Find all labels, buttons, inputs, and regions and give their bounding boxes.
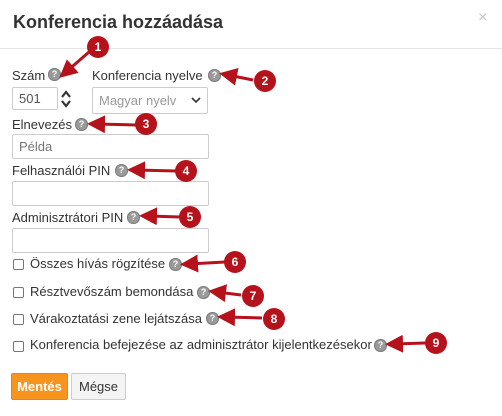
annotation-badge-4: 4 [175,160,197,182]
annotation-arrow-7 [208,284,242,303]
annotation-arrow-4 [127,161,177,180]
annotation-arrow-9 [385,334,426,353]
annotation-badge-3: 3 [135,113,157,135]
annotation-arrow-6 [180,254,226,273]
annotation-arrow-2 [219,67,254,86]
annotation-arrow-5 [139,207,181,226]
annotation-badge-1: 1 [87,36,109,58]
annotation-arrow-3 [87,115,137,134]
annotation-arrow-1 [59,50,90,78]
annotation-badge-8: 8 [263,308,285,330]
annotation-badge-2: 2 [254,70,276,92]
annotation-badge-7: 7 [242,285,264,307]
annotation-badge-6: 6 [224,251,246,273]
annotation-arrow-8 [217,308,263,327]
annotation-arrows [59,50,426,353]
annotation-badge-9: 9 [425,332,447,354]
annotation-badge-5: 5 [179,206,201,228]
